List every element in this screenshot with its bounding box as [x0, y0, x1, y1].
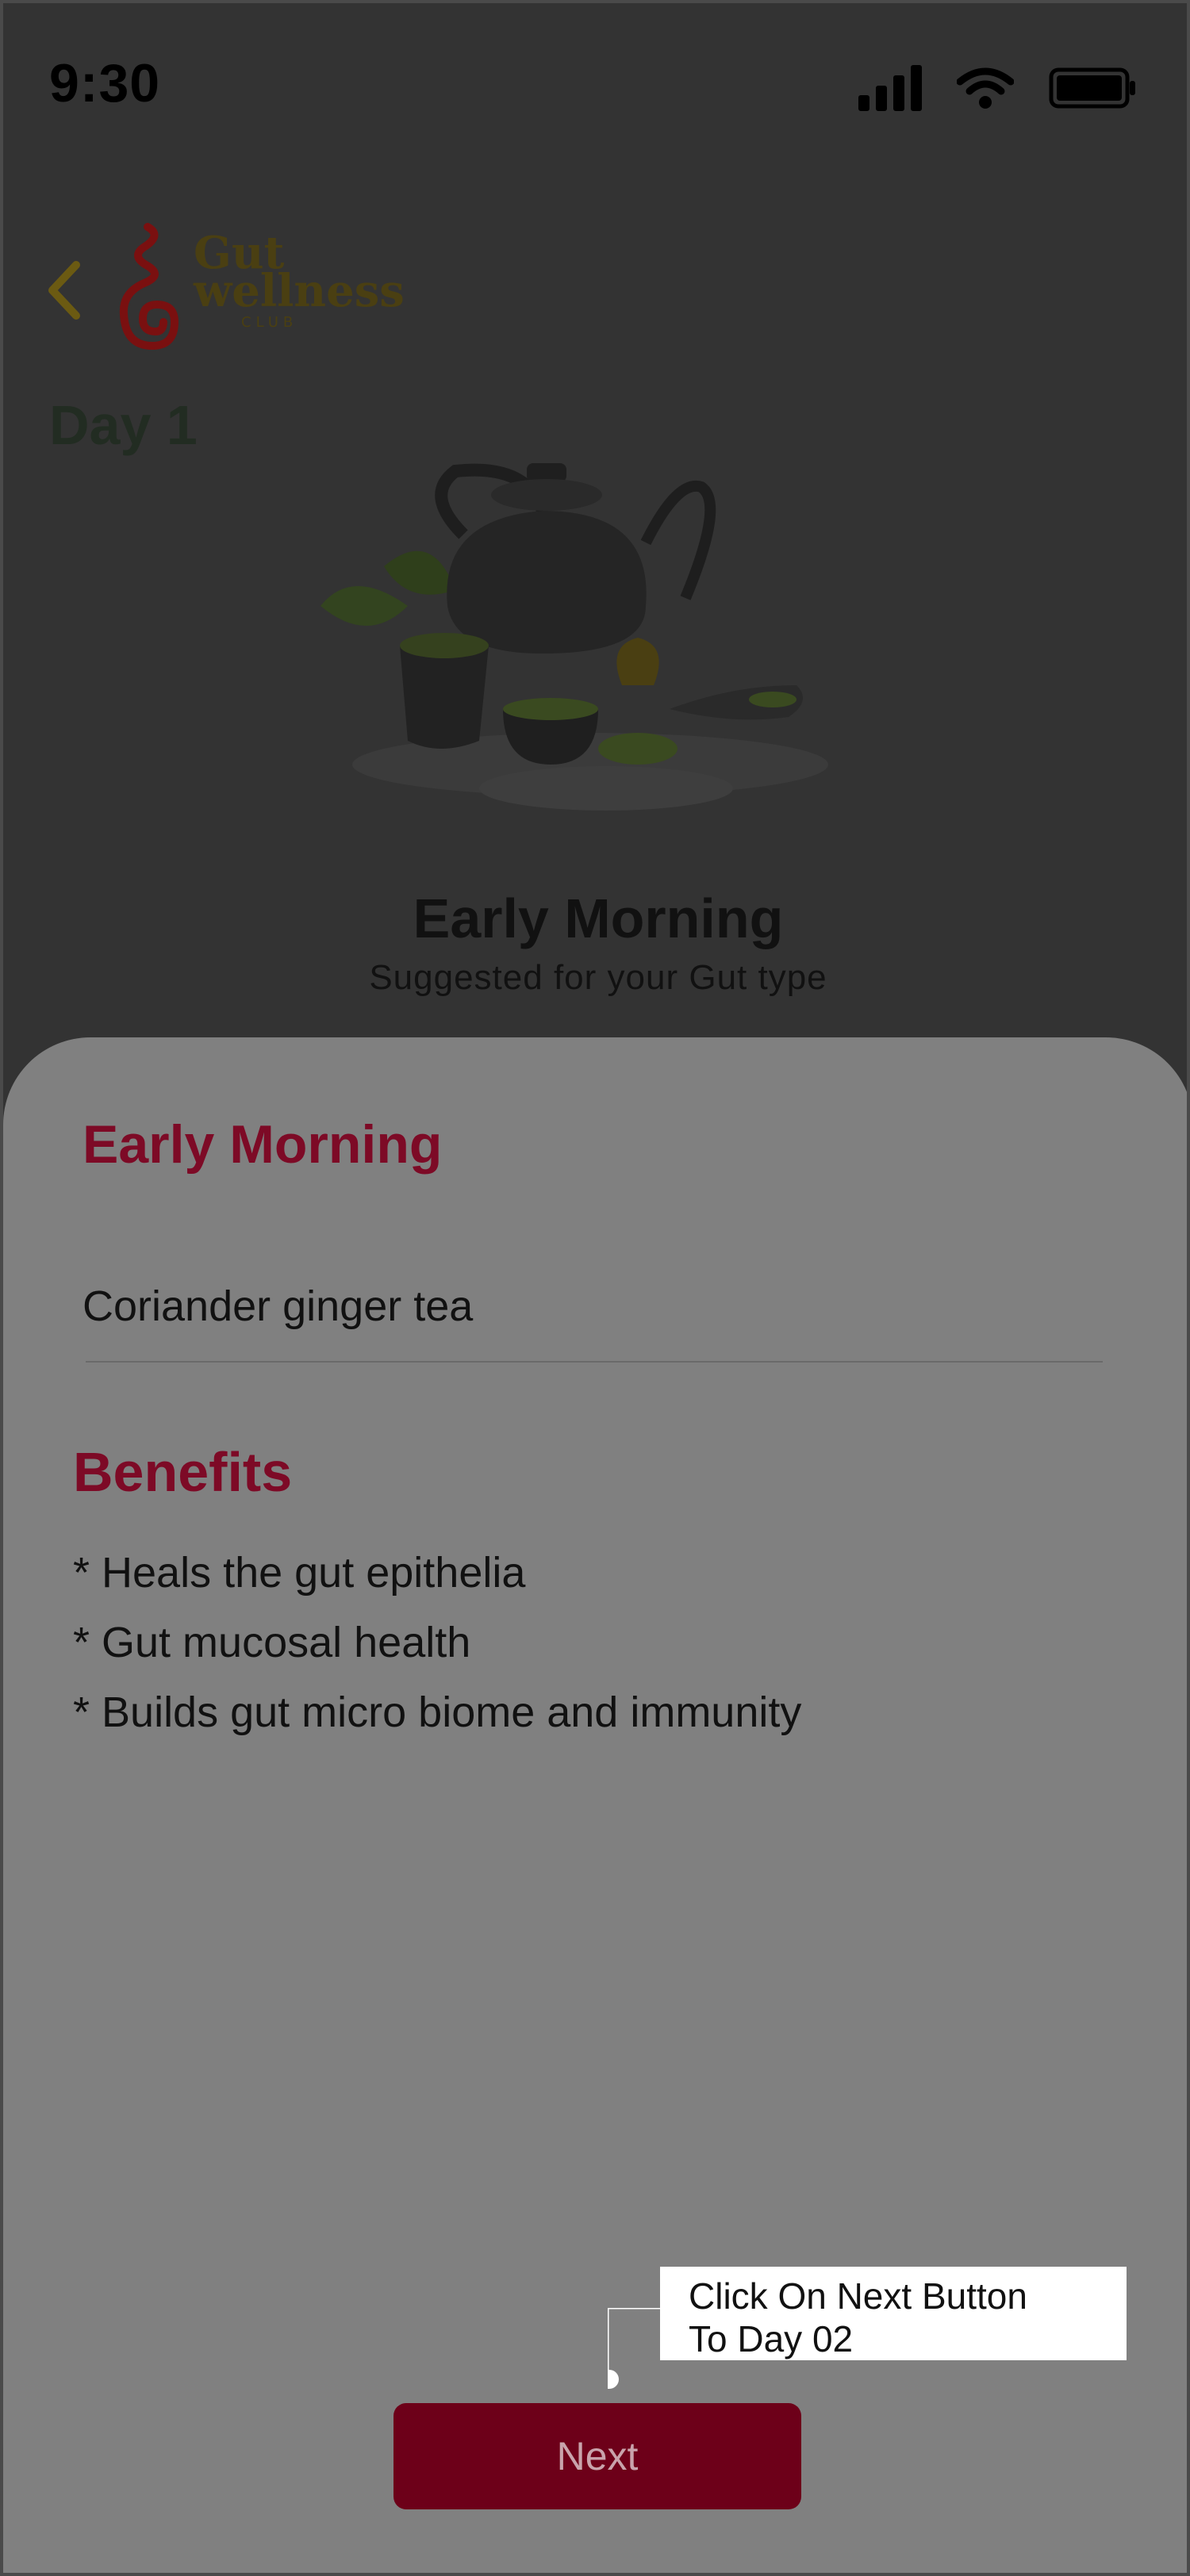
status-time: 9:30	[49, 53, 161, 113]
divider	[86, 1361, 1103, 1363]
benefit-item: * Builds gut micro biome and immunity	[73, 1689, 802, 1736]
teapot-illustration	[321, 463, 828, 811]
tooltip-line-2: To Day 02	[689, 2318, 854, 2359]
tooltip-connector	[608, 2308, 660, 2389]
wifi-icon	[957, 67, 1014, 109]
meal-time-subtitle: Suggested for your Gut type	[369, 958, 827, 997]
gut-wellness-logo-mark: Gut wellness CLUB	[119, 223, 405, 351]
cellular-signal-icon	[858, 65, 922, 111]
app-screen: 9:30 Gut wellness CLUB Day 1 Early Morni…	[0, 0, 1190, 2576]
battery-icon	[1049, 67, 1135, 109]
logo-text-club: CLUB	[241, 314, 298, 331]
next-button[interactable]: Next	[393, 2403, 801, 2509]
back-chevron-icon[interactable]	[44, 259, 84, 322]
sheet-meal-heading: Early Morning	[83, 1114, 443, 1175]
logo-text-wellness: wellness	[193, 265, 405, 317]
benefits-list: * Heals the gut epithelia * Gut mucosal …	[73, 1548, 801, 1758]
status-icons	[858, 65, 1138, 111]
meal-item: Coriander ginger tea	[83, 1282, 474, 1330]
benefit-item: * Heals the gut epithelia	[73, 1549, 526, 1597]
day-title: Day 1	[49, 394, 198, 456]
annotation-tooltip: Click On Next Button To Day 02	[660, 2267, 1127, 2360]
meal-time-title: Early Morning	[413, 887, 784, 949]
benefit-item: * Gut mucosal health	[73, 1619, 471, 1666]
benefits-heading: Benefits	[73, 1441, 293, 1503]
gut-wellness-logo: Gut wellness CLUB	[114, 219, 447, 358]
tooltip-line-1: Click On Next Button	[689, 2275, 1027, 2317]
